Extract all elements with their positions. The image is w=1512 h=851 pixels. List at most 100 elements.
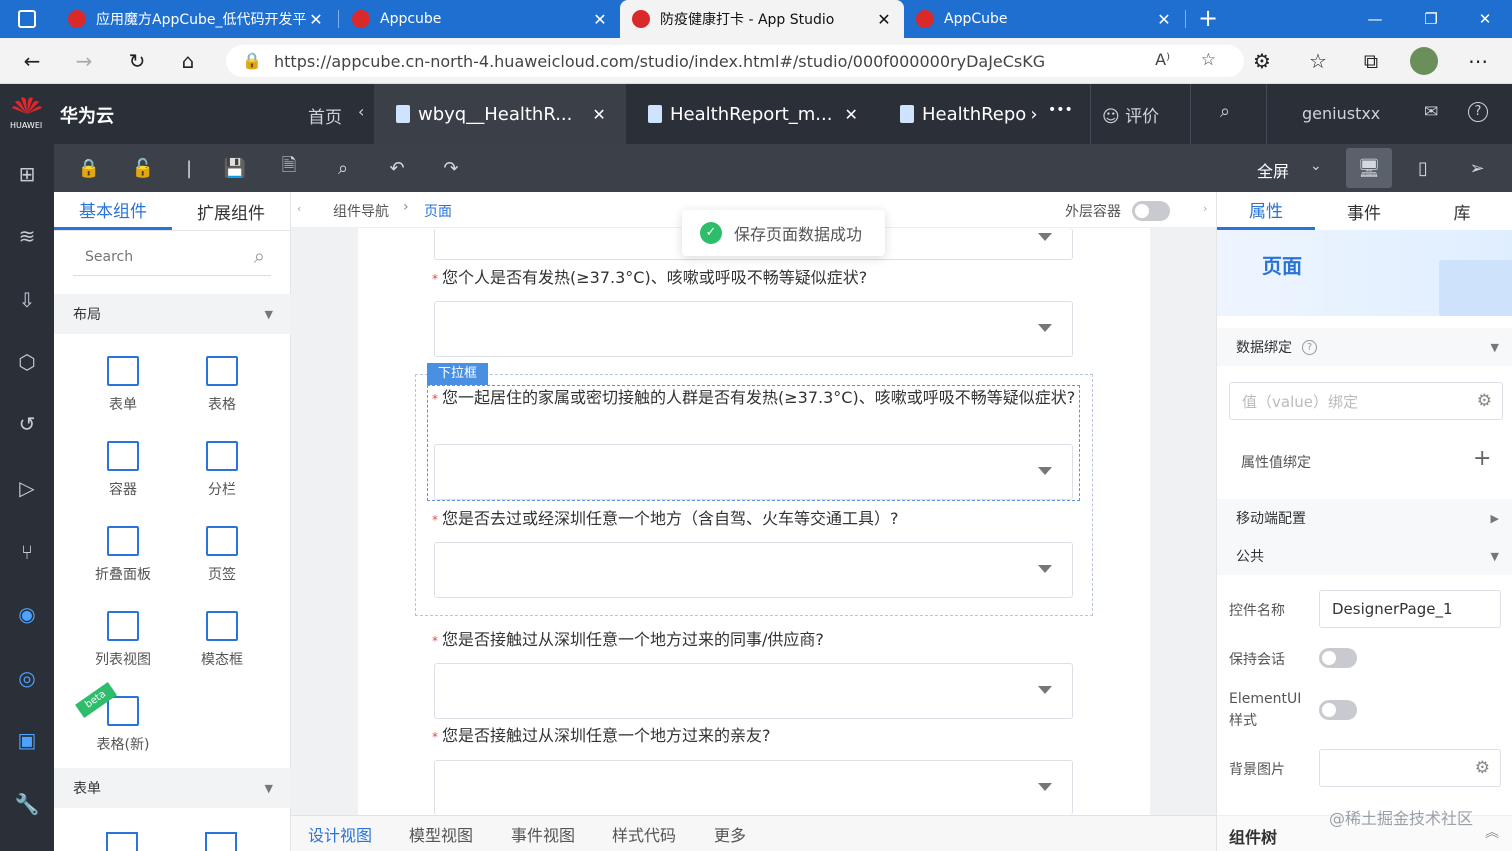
history-icon[interactable]: ↺	[11, 408, 43, 440]
chevron-down-icon[interactable]: ⌄	[1310, 158, 1322, 174]
window-close-icon[interactable]: ✕	[1456, 0, 1512, 38]
close-icon[interactable]: ✕	[844, 105, 857, 124]
forward-icon[interactable]: →	[68, 46, 100, 76]
collapse-left-icon[interactable]: ‹	[297, 202, 301, 215]
integration-icon[interactable]: ⬡	[11, 346, 43, 378]
help-icon[interactable]: ?	[1302, 339, 1317, 355]
component-table[interactable]: 表格	[177, 356, 267, 414]
structure-icon[interactable]: ⊞	[11, 158, 43, 190]
section-layout[interactable]: 布局 ▼	[54, 294, 291, 334]
refresh-icon[interactable]: ↻	[121, 46, 153, 76]
dropdown-select[interactable]	[434, 301, 1073, 357]
import-icon[interactable]: ⇩	[11, 284, 43, 316]
restore-icon[interactable]: ❐	[1402, 0, 1460, 38]
section-form[interactable]: 表单 ▼	[54, 768, 291, 808]
section-common[interactable]: 公共 ▼	[1217, 537, 1512, 575]
component-container[interactable]: 容器	[78, 441, 168, 499]
form-item-icon[interactable]	[205, 832, 237, 851]
close-icon[interactable]: ✕	[592, 10, 608, 29]
component-search[interactable]: ⌕	[73, 240, 271, 276]
studio-tab-3[interactable]: HealthRepo ›	[900, 84, 1040, 144]
component-tabs[interactable]: 页签	[177, 526, 267, 584]
gear-icon[interactable]: ⚙	[1475, 758, 1490, 778]
tab-library[interactable]: 库	[1413, 192, 1511, 230]
tab-event-view[interactable]: 事件视图	[511, 822, 575, 846]
browser-tab-1[interactable]: 应用魔方AppCube_低代码开发平 ✕	[56, 0, 336, 38]
redo-icon[interactable]: ↷	[436, 154, 466, 182]
layers-icon[interactable]: ≋	[11, 220, 43, 252]
dropdown-select[interactable]	[434, 542, 1073, 598]
dropdown-select[interactable]	[434, 760, 1073, 815]
branch-icon[interactable]: ⑂	[11, 536, 43, 568]
extensions-icon[interactable]: ⚙	[1246, 46, 1278, 76]
preview-icon[interactable]: ⌕	[328, 154, 358, 182]
section-mobile-config[interactable]: 移动端配置 ▶	[1217, 499, 1512, 537]
profile-avatar[interactable]	[1410, 47, 1438, 75]
help-icon[interactable]: ?	[1468, 102, 1488, 122]
search-icon[interactable]: ⌕	[1220, 101, 1230, 122]
tab-properties[interactable]: 属性	[1217, 192, 1315, 230]
new-tab-plus-icon[interactable]: +	[1194, 4, 1222, 32]
save-as-icon[interactable]: 🗎	[274, 154, 304, 182]
close-icon[interactable]: ✕	[308, 10, 324, 29]
more-tabs-icon[interactable]: •••	[1048, 102, 1073, 118]
home-link[interactable]: 首页	[308, 103, 342, 128]
mail-icon[interactable]: ✉	[1424, 102, 1438, 122]
read-aloud-icon[interactable]: A⁾	[1155, 50, 1170, 69]
dropdown-select[interactable]	[434, 444, 1073, 500]
add-plus-icon[interactable]: +	[1473, 446, 1491, 471]
browser-tab-2[interactable]: Appcube ✕	[340, 0, 620, 38]
gear-icon[interactable]: ⚙	[1477, 391, 1492, 411]
component-modal[interactable]: 模态框	[177, 611, 267, 669]
save-icon[interactable]: 💾	[220, 154, 250, 182]
form-item-icon[interactable]	[106, 832, 138, 851]
undo-icon[interactable]: ↶	[382, 154, 412, 182]
browser-tab-4[interactable]: AppCube ✕	[904, 0, 1184, 38]
tab-style-code[interactable]: 样式代码	[612, 822, 676, 846]
tab-actions-icon[interactable]	[18, 10, 36, 28]
tab-events[interactable]: 事件	[1315, 192, 1413, 230]
tab-basic-components[interactable]: 基本组件	[54, 192, 172, 230]
chevron-up-icon[interactable]: ︽	[1485, 822, 1499, 842]
lock-icon[interactable]: 🔒	[74, 154, 104, 182]
close-icon[interactable]: ✕	[592, 105, 605, 124]
tab-design-view[interactable]: 设计视图	[308, 822, 372, 846]
scroll-left-icon[interactable]: ‹	[358, 102, 364, 121]
search-input[interactable]	[73, 240, 233, 274]
home-icon[interactable]: ⌂	[172, 46, 204, 76]
console-icon[interactable]: ▣	[11, 724, 43, 756]
breadcrumb-component-nav[interactable]: 组件导航	[333, 201, 389, 221]
browser-tab-3-active[interactable]: 防疫健康打卡 - App Studio ✕	[620, 0, 904, 38]
bg-image-input[interactable]: ⚙	[1319, 749, 1501, 787]
component-list-view[interactable]: 列表视图	[78, 611, 168, 669]
tab-extended-components[interactable]: 扩展组件	[172, 192, 290, 230]
close-icon[interactable]: ✕	[1156, 10, 1172, 29]
component-form[interactable]: 表单	[78, 356, 168, 414]
control-name-input[interactable]: DesignerPage_1	[1319, 590, 1501, 628]
publish-icon[interactable]: ➢	[1462, 154, 1492, 182]
favorites-icon[interactable]: ☆	[1302, 46, 1334, 76]
tab-model-view[interactable]: 模型视图	[409, 822, 473, 846]
tab-more[interactable]: 更多	[714, 822, 746, 846]
minimize-icon[interactable]: —	[1346, 0, 1404, 38]
component-columns[interactable]: 分栏	[177, 441, 267, 499]
keep-session-toggle[interactable]	[1319, 648, 1357, 668]
breadcrumb-page[interactable]: 页面	[424, 201, 452, 221]
url-field[interactable]: 🔒 https://appcube.cn-north-4.huaweicloud…	[226, 45, 1244, 77]
elementui-style-toggle[interactable]	[1319, 700, 1357, 720]
search-icon[interactable]: ⌕	[254, 244, 265, 268]
preview-eye-icon[interactable]: ◉	[11, 598, 43, 630]
mobile-icon[interactable]: ▯	[1408, 154, 1438, 182]
studio-tab-2[interactable]: HealthReport_m... ✕	[648, 84, 868, 144]
target-icon[interactable]: ◎	[11, 662, 43, 694]
username[interactable]: geniustxx	[1302, 104, 1380, 123]
outer-container-toggle[interactable]	[1132, 201, 1170, 221]
collections-icon[interactable]: ⧉	[1355, 46, 1387, 76]
section-data-binding[interactable]: 数据绑定? ▼	[1217, 328, 1512, 366]
settings-more-icon[interactable]: ⋯	[1462, 46, 1494, 76]
close-icon[interactable]: ✕	[876, 10, 892, 29]
wrench-icon[interactable]: 🔧	[11, 788, 43, 820]
run-icon[interactable]: ▷	[11, 472, 43, 504]
collapse-right-icon[interactable]: ›	[1203, 202, 1207, 215]
rate-button[interactable]: ☺ 评价	[1102, 102, 1159, 127]
